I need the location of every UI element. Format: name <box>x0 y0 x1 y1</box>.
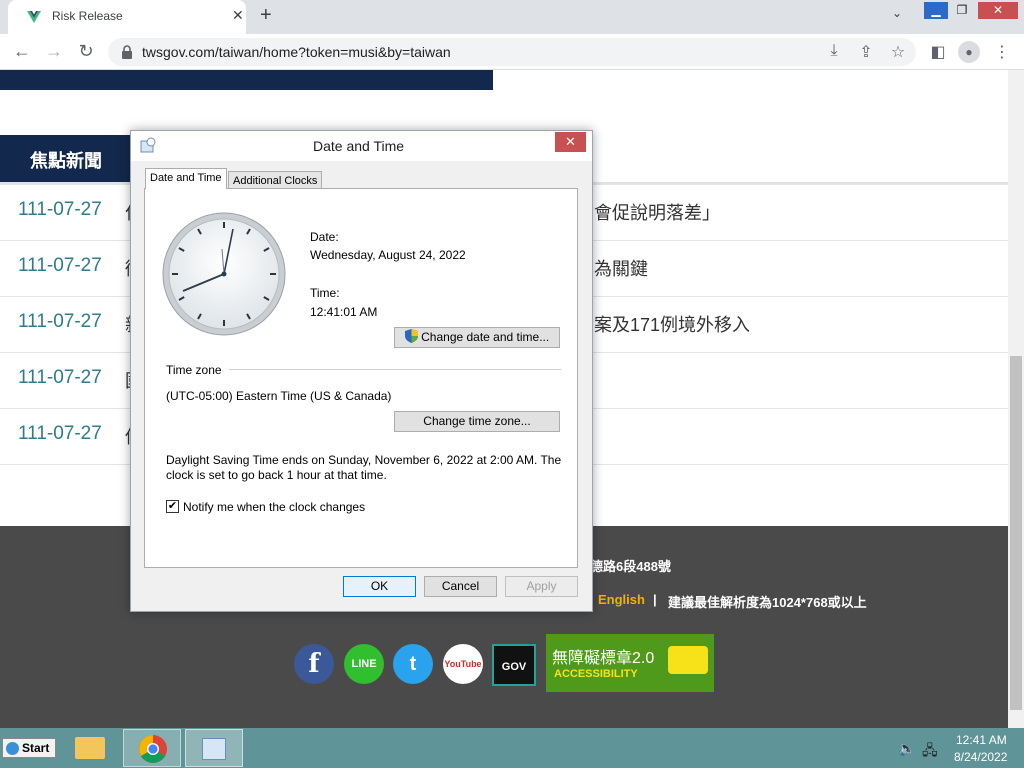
facebook-icon[interactable]: f <box>294 644 334 684</box>
notify-checkbox[interactable]: ✔ <box>166 500 179 513</box>
dst-note-line1: Daylight Saving Time ends on Sunday, Nov… <box>166 453 562 467</box>
date-label: Date: <box>310 230 339 244</box>
tab-date-and-time[interactable]: Date and Time <box>145 168 227 189</box>
clock-date[interactable]: 8/24/2022 <box>954 750 1007 764</box>
date-time-panel: Date: Wednesday, August 24, 2022 Time: 1… <box>144 188 578 568</box>
braille-icon <box>668 646 708 674</box>
ok-button[interactable]: OK <box>343 576 416 597</box>
menu-kebab-icon[interactable]: ⋮ <box>992 42 1012 62</box>
apply-button[interactable]: Apply <box>505 576 578 597</box>
twitter-icon[interactable]: t <box>393 644 433 684</box>
news-title-end: 為關鍵 <box>594 259 648 279</box>
reload-icon[interactable]: ↻ <box>74 41 98 62</box>
section-title: 焦點新聞 <box>30 151 102 171</box>
news-date: 111-07-27 <box>18 311 102 332</box>
address-bar[interactable]: twsgov.com/taiwan/home?token=musi&by=tai… <box>108 38 916 66</box>
section-header: 焦點新聞 <box>0 135 132 182</box>
tab-search-chevron-icon[interactable]: ⌄ <box>892 6 902 20</box>
minimize-button[interactable]: ▁ <box>924 2 948 19</box>
profile-avatar-icon[interactable]: ● <box>958 41 980 63</box>
lock-icon <box>122 45 132 59</box>
dialog-title: Date and Time <box>313 138 405 154</box>
network-icon[interactable]: 🖧 <box>922 740 938 764</box>
taskbar: Start 🔈 🖧 12:41 AM 8/24/2022 <box>0 728 1024 768</box>
start-orb-icon <box>6 742 19 755</box>
share-icon[interactable]: ⇪ <box>856 42 876 62</box>
news-date: 111-07-27 <box>18 199 102 220</box>
tab-additional-clocks[interactable]: Additional Clocks <box>228 171 323 189</box>
uac-shield-icon <box>404 329 418 343</box>
line-icon[interactable]: LINE <box>344 644 384 684</box>
change-date-time-label: Change date and time... <box>421 330 550 344</box>
bookmark-star-icon[interactable]: ☆ <box>888 42 908 62</box>
footer-separator: | <box>653 592 657 607</box>
forward-arrow-icon[interactable]: → <box>42 41 66 62</box>
accessibility-subtitle: ACCESSIBILITY <box>554 668 638 680</box>
scrollbar-thumb[interactable] <box>1010 356 1022 710</box>
time-value: 12:41:01 AM <box>310 305 378 319</box>
browser-tab-bar: Risk Release ✕ + ⌄ ▁ ❐ ✕ <box>0 0 1024 34</box>
browser-toolbar: ← → ↻ twsgov.com/taiwan/home?token=musi&… <box>0 34 1024 70</box>
timezone-value: (UTC-05:00) Eastern Time (US & Canada) <box>166 389 392 403</box>
install-app-icon[interactable]: ⤓ <box>824 42 844 62</box>
new-tab-button[interactable]: + <box>260 4 272 27</box>
file-explorer-button[interactable] <box>66 729 114 767</box>
dialog-title-bar[interactable]: Date and Time ✕ <box>131 131 592 161</box>
change-timezone-button[interactable]: Change time zone... <box>394 411 560 432</box>
news-date: 111-07-27 <box>18 423 102 444</box>
tab-close-icon[interactable]: ✕ <box>232 7 244 24</box>
youtube-icon[interactable]: YouTube <box>443 644 483 684</box>
timezone-heading: Time zone <box>166 363 222 377</box>
start-button[interactable]: Start <box>2 738 56 758</box>
gov-icon[interactable]: GOV <box>492 644 536 686</box>
dialog-close-button[interactable]: ✕ <box>555 132 586 152</box>
url-text: twsgov.com/taiwan/home?token=musi&by=tai… <box>142 44 451 60</box>
browser-tab[interactable]: Risk Release ✕ <box>8 0 246 34</box>
news-date: 111-07-27 <box>18 255 102 276</box>
side-panel-icon[interactable]: ◧ <box>928 42 948 62</box>
start-label: Start <box>22 741 50 755</box>
news-date: 111-07-27 <box>18 367 102 388</box>
notify-label: Notify me when the clock changes <box>183 500 366 514</box>
chrome-taskbar-button[interactable] <box>123 729 181 767</box>
date-value: Wednesday, August 24, 2022 <box>310 248 466 262</box>
date-time-taskbar-button[interactable] <box>185 729 243 767</box>
calendar-icon <box>202 738 226 760</box>
top-banner <box>0 70 493 90</box>
accessibility-title: 無障礙標章2.0 <box>552 650 655 667</box>
window-close-button[interactable]: ✕ <box>978 2 1018 19</box>
news-title-end: 會促說明落差」 <box>594 203 720 223</box>
vue-logo-icon <box>27 11 41 23</box>
volume-muted-icon[interactable]: 🔈 <box>898 740 915 757</box>
news-title-end: 案及171例境外移入 <box>594 315 751 335</box>
restore-button[interactable]: ❐ <box>950 2 974 19</box>
accessibility-badge[interactable]: 無障礙標章2.0 ACCESSIBILITY <box>546 634 714 692</box>
cancel-button[interactable]: Cancel <box>424 576 497 597</box>
tab-title: Risk Release <box>52 9 123 23</box>
analog-clock-icon <box>162 212 286 336</box>
calendar-clock-icon <box>140 137 156 153</box>
folder-icon <box>75 737 105 759</box>
timezone-divider <box>229 369 561 370</box>
resolution-note: 建議最佳解析度為1024*768或以上 <box>668 595 867 610</box>
back-arrow-icon[interactable]: ← <box>10 41 34 62</box>
footer-address: 德路6段488號 <box>590 559 671 574</box>
dst-note-line2: clock is set to go back 1 hour at that t… <box>166 468 387 482</box>
clock-time[interactable]: 12:41 AM <box>956 733 1007 747</box>
chrome-icon <box>139 735 167 763</box>
change-date-time-button[interactable]: Change date and time... <box>394 327 560 348</box>
english-link[interactable]: English <box>598 592 645 607</box>
time-label: Time: <box>310 286 340 300</box>
date-time-dialog: Date and Time ✕ Date and Time Additional… <box>130 130 593 612</box>
